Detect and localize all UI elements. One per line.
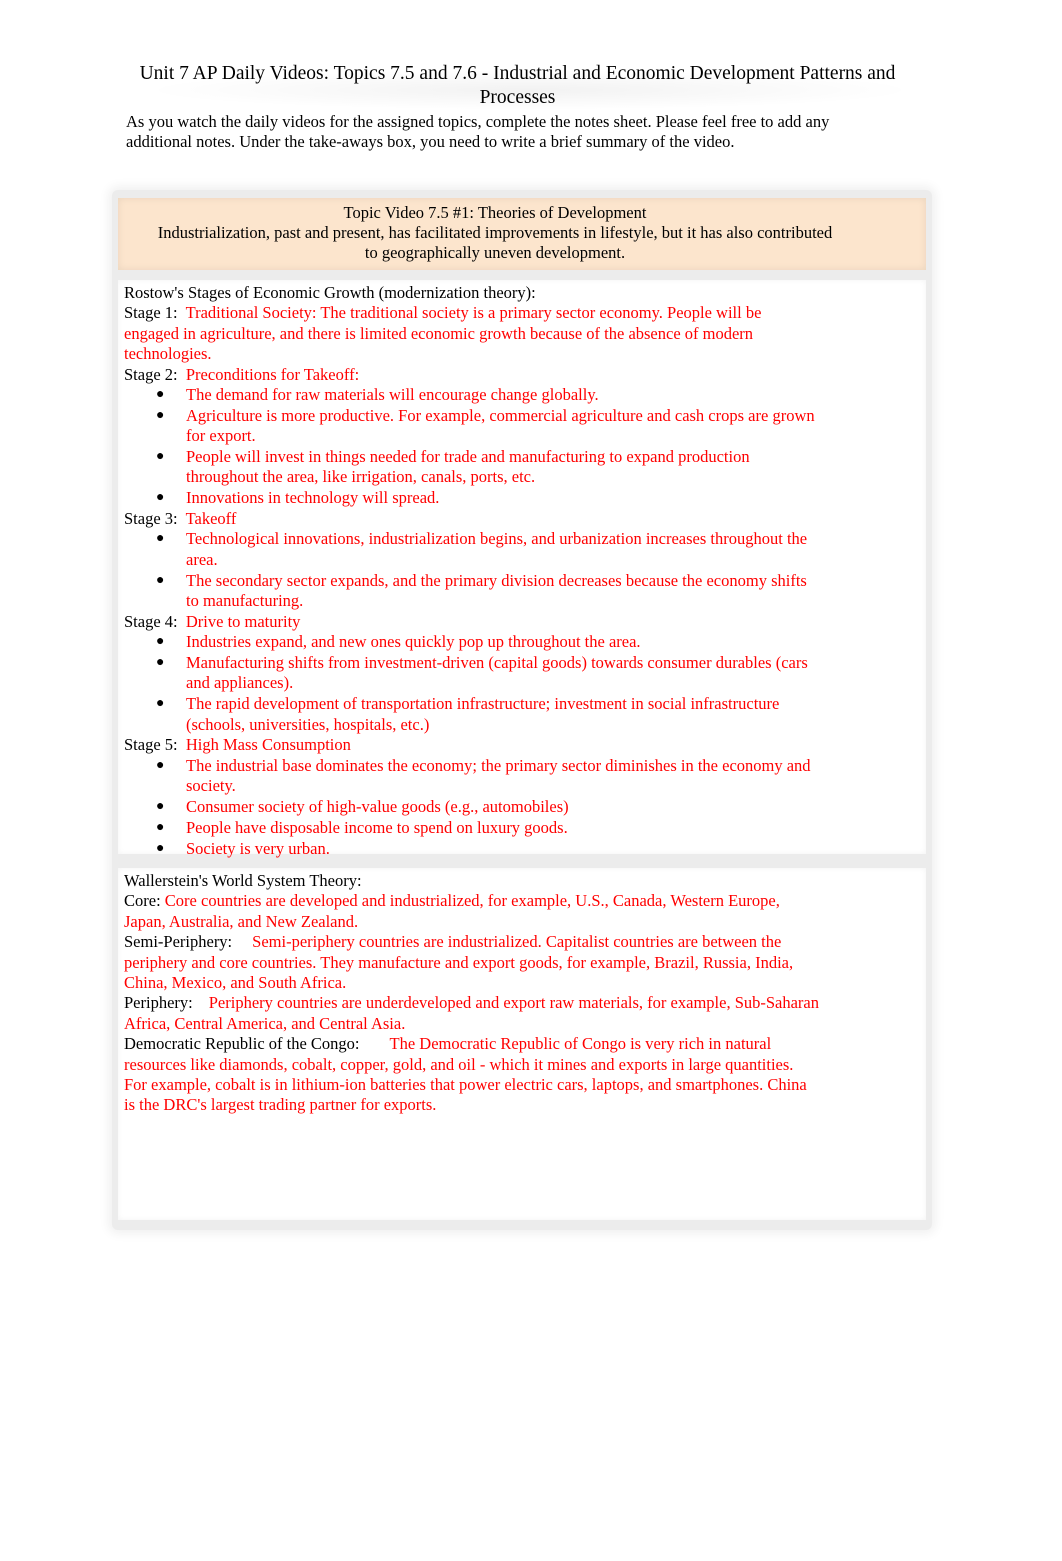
bullet-icon: ● [156,819,165,835]
topic-title: Topic Video 7.5 #1: Theories of Developm… [343,203,647,222]
stage-title: Drive to maturity [185,611,301,631]
list-item: ● People have disposable income to spend … [124,818,819,838]
stage-4-bullets: ● Industries expand, and new ones quickly… [124,632,819,735]
list-item: ● The rapid development of transportation… [124,694,819,735]
bullet-icon: ● [156,490,165,506]
bullet-icon: ● [156,634,165,650]
entry-drc: Democratic Republic of the Congo: The Dem… [124,1034,819,1116]
bullet-icon: ● [156,655,165,671]
bullet-text: Society is very urban. [186,838,330,858]
list-item: ● Society is very urban. [124,839,819,859]
stage-label: Stage 5: [124,735,178,755]
entry-text: Core countries are developed and industr… [124,891,780,931]
stage-2: Stage 2: Preconditions for Takeoff: [124,365,819,385]
bullet-icon: ● [156,696,165,712]
bullet-text: People have disposable income to spend o… [186,817,568,837]
stage-title: Traditional Society: The traditional soc… [124,303,762,364]
bullet-icon: ● [156,387,165,403]
entry-core: Core: Core countries are developed and i… [124,891,819,932]
bullet-icon: ● [156,531,165,547]
bullet-text: The rapid development of transportation … [186,694,780,734]
rostow-heading: Rostow's Stages of Economic Growth (mode… [124,283,536,302]
list-item: ● Innovations in technology will spread. [124,488,819,508]
bullet-text: Consumer society of high-value goods (e.… [186,797,569,817]
bullet-text: People will invest in things needed for … [186,447,750,487]
list-item: ● The demand for raw materials will encou… [124,385,819,405]
stage-label: Stage 2: [124,364,178,384]
bullet-text: Industries expand, and new ones quickly … [186,632,641,652]
list-item: ● Manufacturing shifts from investment-dr… [124,653,819,694]
list-item: ● The industrial base dominates the econo… [124,756,819,797]
topic-header: Topic Video 7.5 #1: Theories of Developm… [150,203,840,263]
list-item: ● Consumer society of high-value goods (e… [124,797,819,817]
stage-label: Stage 1: [124,303,178,323]
stage-1: Stage 1: Traditional Society: The tradit… [124,303,819,364]
stage-5-bullets: ● The industrial base dominates the econo… [124,756,819,859]
document-title: Unit 7 AP Daily Videos: Topics 7.5 and 7… [139,63,896,108]
stage-title: Preconditions for Takeoff: [185,364,360,384]
entry-label: Democratic Republic of the Congo: [124,1034,360,1054]
topic-description: Industrialization, past and present, has… [157,223,833,262]
bullet-icon: ● [156,757,165,773]
bullet-text: The demand for raw materials will encour… [186,385,599,405]
list-item: ● Technological innovations, industrializ… [124,529,819,570]
entry-periphery: Periphery: Periphery countries are underd… [124,993,819,1034]
stage-title: High Mass Consumption [185,735,351,755]
stage-3: Stage 3: Takeoff [124,509,819,529]
entry-semi-periphery: Semi-Periphery: Semi-periphery countries … [124,932,819,993]
entry-text: Periphery countries are underdeveloped a… [124,993,820,1033]
bullet-icon: ● [156,572,165,588]
rostow-section: Rostow's Stages of Economic Growth (mode… [124,283,819,859]
entry-label: Core: [124,891,161,911]
list-item: ● People will invest in things needed for… [124,447,819,488]
stage-3-bullets: ● Technological innovations, industrializ… [124,529,819,611]
stage-title: Takeoff [185,509,237,529]
bullet-icon: ● [156,799,165,815]
wallerstein-section: Wallerstein's World System Theory: Core:… [124,871,819,1116]
bullet-text: The secondary sector expands, and the pr… [186,570,807,611]
bullet-icon: ● [156,407,165,423]
bullet-text: The industrial base dominates the econom… [186,755,811,796]
bullet-text: Technological innovations, industrializa… [186,529,808,569]
bullet-text: Innovations in technology will spread. [186,488,440,508]
entry-label: Periphery: [124,993,193,1013]
bullet-icon: ● [156,840,165,856]
stage-label: Stage 4: [124,611,178,631]
bullet-icon: ● [156,449,165,465]
list-item: ● The secondary sector expands, and the p… [124,571,819,612]
bullet-text: Manufacturing shifts from investment-dri… [186,653,808,693]
stage-5: Stage 5: High Mass Consumption [124,735,819,755]
stage-label: Stage 3: [124,509,178,529]
instructions-paragraph: As you watch the daily videos for the as… [126,112,830,151]
stage-4: Stage 4: Drive to maturity [124,612,819,632]
stage-2-bullets: ● The demand for raw materials will encou… [124,385,819,509]
wallerstein-heading: Wallerstein's World System Theory: [124,871,362,890]
list-item: ● Agriculture is more productive. For exa… [124,406,819,447]
entry-label: Semi-Periphery: [124,932,233,952]
bullet-text: Agriculture is more productive. For exam… [186,405,815,446]
list-item: ● Industries expand, and new ones quickly… [124,632,819,652]
